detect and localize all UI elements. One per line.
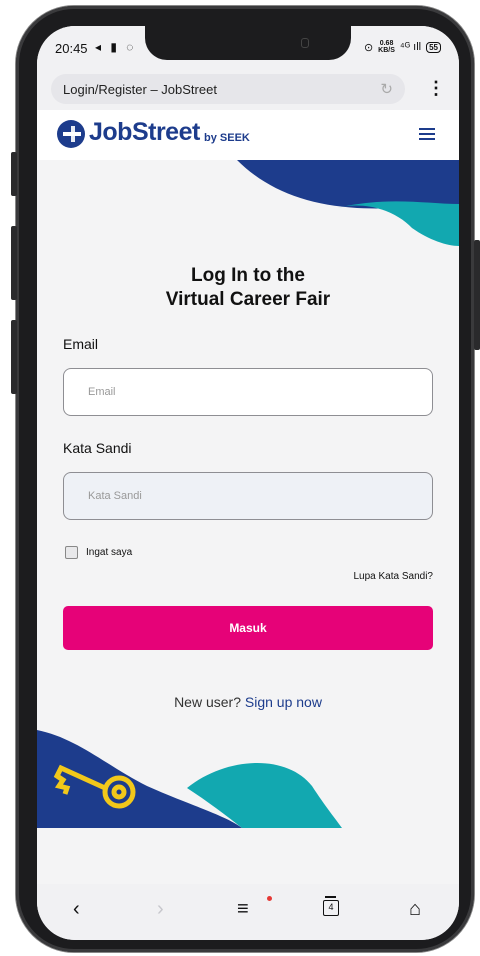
browser-toolbar: Login/Register – JobStreet ↻ ⋮ [37, 72, 459, 110]
page-title: Login/Register – JobStreet [63, 82, 217, 97]
forward-icon[interactable]: › [157, 898, 164, 921]
hamburger-icon[interactable] [419, 128, 435, 140]
address-bar[interactable]: Login/Register – JobStreet ↻ [51, 74, 405, 104]
signal-icon: ⁴ᴳ ıll [399, 41, 422, 53]
logo-by-seek: by SEEK [204, 132, 250, 144]
remember-label: Ingat saya [86, 547, 133, 558]
logo-text: JobStreet [89, 118, 200, 146]
form-title-line1: Log In to the [191, 265, 305, 286]
status-icons-right: ⊙ 0.68 KB/S ⁴ᴳ ıll 55 [364, 40, 441, 54]
email-label: Email [63, 336, 99, 352]
notification-dot [267, 896, 272, 901]
jobstreet-logo-icon [57, 120, 85, 148]
notification-icons: ◂ ▮ ◌ [95, 40, 137, 54]
reload-icon[interactable]: ↻ [380, 80, 393, 98]
power-button [474, 240, 480, 350]
top-wave-decoration [237, 160, 459, 246]
remember-me[interactable]: Ingat saya [65, 546, 132, 559]
back-icon[interactable]: ‹ [73, 898, 80, 921]
volume-down-button [11, 320, 17, 394]
more-vert-icon[interactable]: ⋮ [427, 78, 445, 99]
remember-checkbox[interactable] [65, 546, 78, 559]
network-speed: 0.68 KB/S [378, 40, 395, 54]
bottom-wave-decoration [37, 730, 342, 828]
password-field[interactable] [63, 472, 433, 520]
network-speed-unit: KB/S [378, 47, 395, 54]
menu-icon[interactable]: ≡ [237, 898, 249, 921]
email-field[interactable] [63, 368, 433, 416]
tabs-icon[interactable]: 4 [323, 896, 339, 916]
form-title: Log In to the Virtual Career Fair [37, 264, 459, 312]
forgot-password-link[interactable]: Lupa Kata Sandi? [353, 571, 433, 582]
signup-prompt: New user? Sign up now [37, 694, 459, 710]
new-user-text: New user? [174, 694, 241, 710]
status-bar: 20:45 ◂ ▮ ◌ ⊙ 0.68 KB/S ⁴ᴳ ıll 55 [37, 26, 459, 72]
network-speed-value: 0.68 [379, 40, 394, 47]
browser-bottom-nav: ‹ › ≡ 4 ⌂ [37, 884, 459, 940]
status-time: 20:45 [55, 41, 88, 56]
side-button [11, 152, 17, 196]
login-button[interactable]: Masuk [63, 606, 433, 650]
password-label: Kata Sandi [63, 440, 132, 456]
screen: 20:45 ◂ ▮ ◌ ⊙ 0.68 KB/S ⁴ᴳ ıll 55 Login/… [37, 26, 459, 940]
camera-icon [301, 38, 309, 48]
battery-icon: 55 [426, 41, 441, 53]
notch [145, 26, 351, 60]
form-title-line2: Virtual Career Fair [165, 289, 331, 310]
site-header: JobStreet by SEEK [37, 110, 459, 160]
alarm-icon: ⊙ [363, 41, 374, 54]
home-icon[interactable]: ⌂ [409, 898, 421, 921]
signup-link[interactable]: Sign up now [245, 694, 322, 710]
volume-up-button [11, 226, 17, 300]
